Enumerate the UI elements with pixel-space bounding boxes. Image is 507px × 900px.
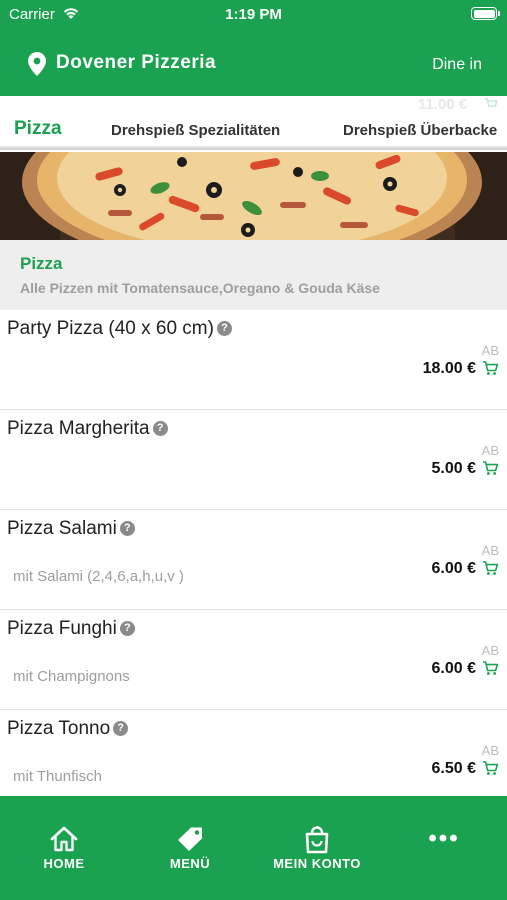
price-prefix: AB bbox=[481, 343, 499, 358]
menu-item-name: Pizza Salami? bbox=[7, 518, 135, 540]
menu-item-name: Pizza Funghi? bbox=[7, 618, 135, 640]
tag-icon bbox=[178, 827, 202, 851]
clock: 1:19 PM bbox=[225, 6, 282, 23]
question-icon[interactable]: ? bbox=[216, 321, 232, 336]
cart-icon bbox=[484, 98, 498, 107]
battery-icon bbox=[471, 7, 500, 20]
menu-item[interactable]: Pizza Funghi? mit Champignons AB 6.00 € bbox=[0, 610, 507, 710]
menu-item-price: 6.00 € bbox=[431, 660, 476, 677]
menu-item-description: mit Salami (2,4,6,a,h,u,v ) bbox=[13, 568, 184, 585]
question-icon[interactable]: ? bbox=[119, 521, 135, 536]
price-prefix: AB bbox=[481, 643, 499, 658]
menu-item[interactable]: Pizza Salami? mit Salami (2,4,6,a,h,u,v … bbox=[0, 510, 507, 610]
tab-pizza[interactable]: Pizza bbox=[14, 118, 62, 140]
cart-icon[interactable] bbox=[482, 460, 499, 476]
home-icon bbox=[50, 826, 78, 852]
menu-item-description: mit Thunfisch bbox=[13, 768, 102, 785]
price-prefix: AB bbox=[481, 443, 499, 458]
menu-item-name: Pizza Tonno? bbox=[7, 718, 129, 740]
menu-item-price: 5.00 € bbox=[431, 460, 476, 477]
tab-account-label: MEIN KONTO bbox=[273, 856, 361, 871]
status-bar: Carrier 1:19 PM bbox=[0, 0, 507, 30]
category-hero-image bbox=[0, 152, 507, 240]
question-icon[interactable]: ? bbox=[113, 721, 129, 736]
menu-item[interactable]: Party Pizza (40 x 60 cm)? AB 18.00 € bbox=[0, 310, 507, 410]
question-icon[interactable]: ? bbox=[152, 421, 168, 436]
tab-account[interactable]: MEIN KONTO bbox=[262, 796, 372, 900]
cart-icon[interactable] bbox=[482, 660, 499, 676]
map-pin-icon bbox=[28, 52, 46, 76]
category-title: Pizza bbox=[20, 254, 63, 273]
menu-item[interactable]: Pizza Margherita? AB 5.00 € bbox=[0, 410, 507, 510]
dine-in-button[interactable]: Dine in bbox=[432, 56, 482, 74]
menu-item-list: Party Pizza (40 x 60 cm)? AB 18.00 € Piz… bbox=[0, 310, 507, 810]
tab-more[interactable]: ••• bbox=[404, 796, 484, 900]
menu-item-price: 18.00 € bbox=[422, 360, 476, 377]
tab-menu-label: MENÜ bbox=[169, 856, 211, 871]
cart-icon[interactable] bbox=[482, 560, 499, 576]
shopping-bag-icon bbox=[305, 826, 329, 854]
menu-item-name: Pizza Margherita? bbox=[7, 418, 168, 440]
menu-item[interactable]: Pizza Tonno? mit Thunfisch AB 6.50 € bbox=[0, 710, 507, 810]
menu-item-price: 6.50 € bbox=[431, 760, 476, 777]
more-icon: ••• bbox=[428, 825, 460, 852]
tabs-divider bbox=[0, 146, 507, 150]
cart-icon[interactable] bbox=[482, 760, 499, 776]
tab-home[interactable]: HOME bbox=[24, 796, 104, 900]
menu-item-name: Party Pizza (40 x 60 cm)? bbox=[7, 318, 232, 340]
tab-menu[interactable]: MENÜ bbox=[150, 796, 230, 900]
bottom-tab-bar: HOME MENÜ MEIN KONTO ••• bbox=[0, 796, 507, 900]
category-header: Pizza Alle Pizzen mit Tomatensauce,Orega… bbox=[0, 240, 507, 310]
menu-item-price: 6.00 € bbox=[431, 560, 476, 577]
tab-drehspiess-spezialitaeten[interactable]: Drehspieß Spezialitäten bbox=[111, 122, 280, 139]
app-header: Dovener Pizzeria Dine in bbox=[0, 30, 507, 96]
price-prefix: AB bbox=[481, 743, 499, 758]
category-tabs: Pizza Drehspieß Spezialitäten Drehspieß … bbox=[0, 110, 507, 150]
category-description: Alle Pizzen mit Tomatensauce,Oregano & G… bbox=[20, 280, 380, 296]
menu-item-description: mit Champignons bbox=[13, 668, 130, 685]
tab-home-label: HOME bbox=[43, 856, 85, 871]
question-icon[interactable]: ? bbox=[119, 621, 135, 636]
price-prefix: AB bbox=[481, 543, 499, 558]
cart-icon[interactable] bbox=[482, 360, 499, 376]
tab-drehspiess-ueberbacken[interactable]: Drehspieß Überbacke bbox=[343, 122, 497, 139]
restaurant-name: Dovener Pizzeria bbox=[56, 52, 217, 73]
